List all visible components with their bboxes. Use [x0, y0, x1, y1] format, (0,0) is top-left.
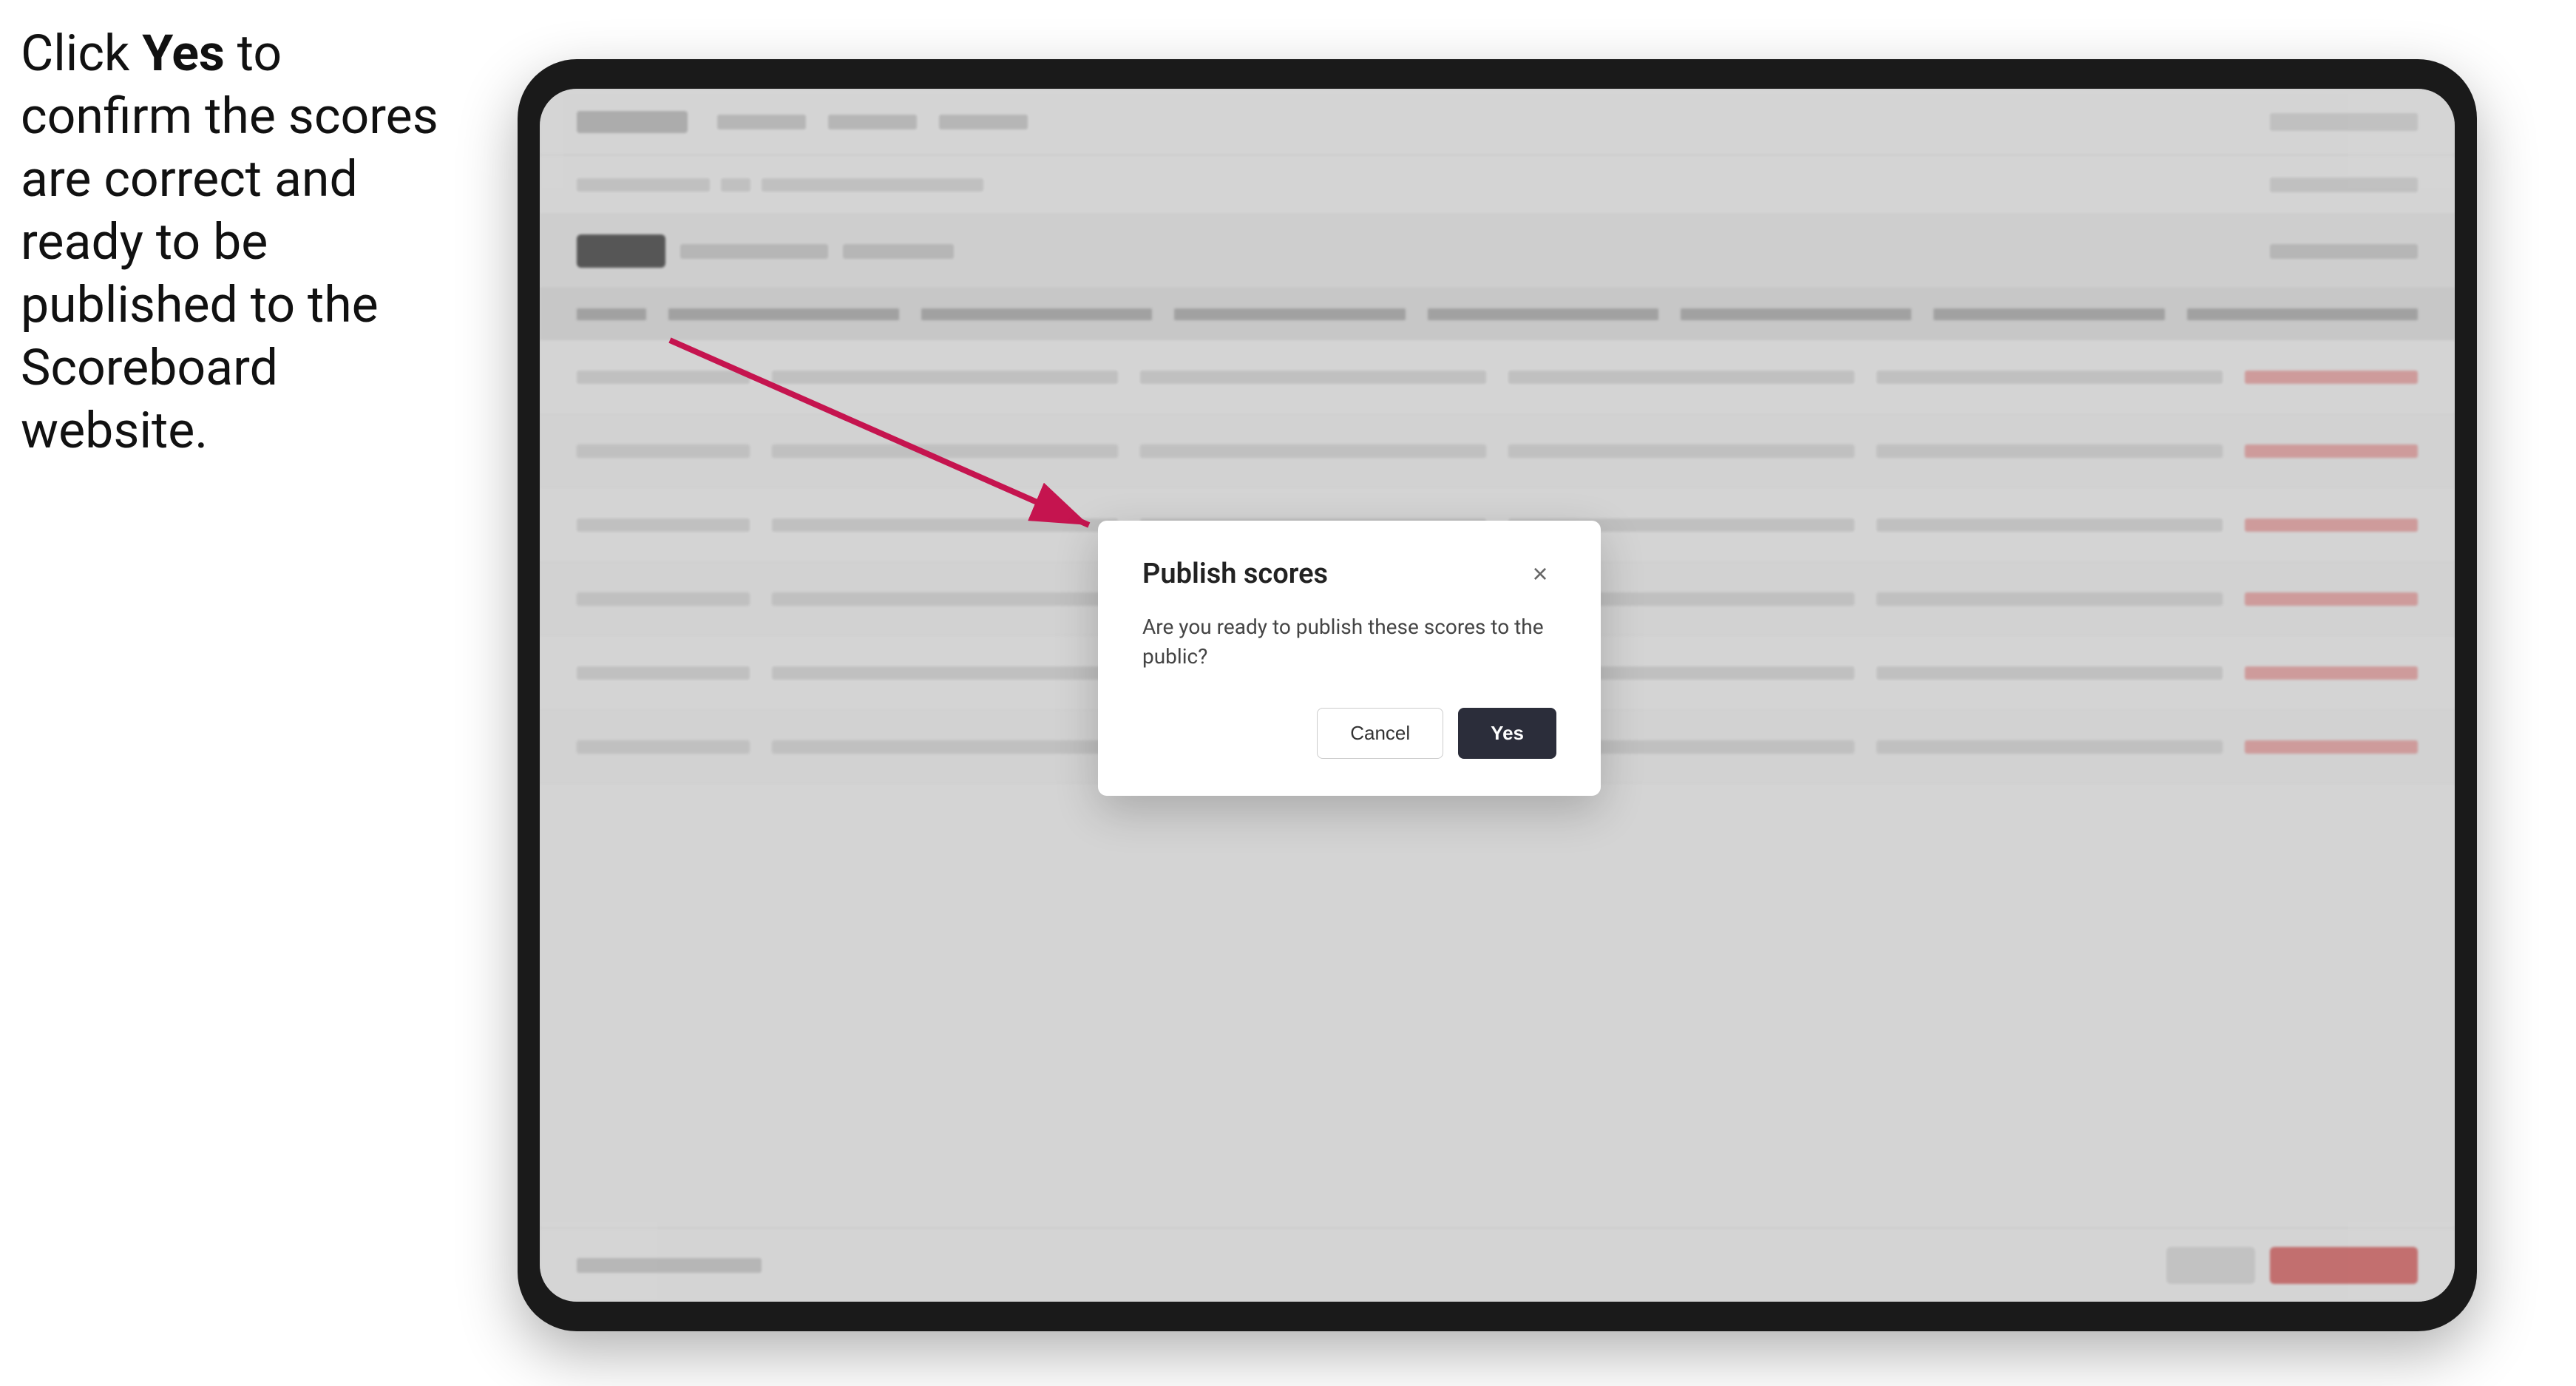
- tablet-screen: Publish scores × Are you ready to publis…: [540, 89, 2455, 1302]
- yes-button[interactable]: Yes: [1458, 708, 1556, 759]
- dialog-footer: Cancel Yes: [1142, 708, 1556, 759]
- cancel-button[interactable]: Cancel: [1317, 708, 1443, 759]
- dialog-body-text: Are you ready to publish these scores to…: [1142, 612, 1556, 670]
- instruction-text: Click Yes to confirm the scores are corr…: [21, 22, 450, 462]
- modal-overlay: Publish scores × Are you ready to publis…: [540, 89, 2455, 1302]
- dialog-title: Publish scores: [1142, 558, 1328, 590]
- dialog-header: Publish scores ×: [1142, 558, 1556, 590]
- publish-scores-dialog: Publish scores × Are you ready to publis…: [1098, 521, 1601, 795]
- tablet-device: Publish scores × Are you ready to publis…: [518, 59, 2477, 1331]
- dialog-close-button[interactable]: ×: [1524, 558, 1556, 590]
